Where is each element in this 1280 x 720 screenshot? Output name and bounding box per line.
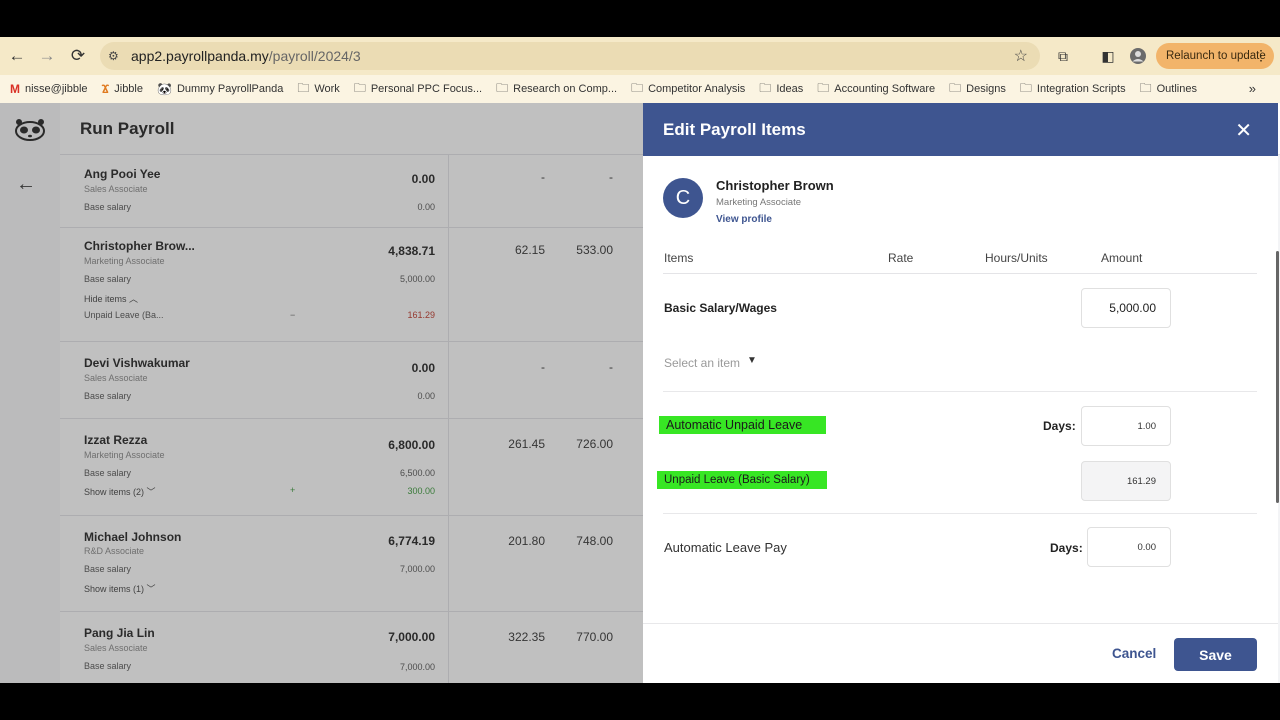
reload-icon[interactable]: ⟳ [63, 41, 93, 71]
url-text[interactable]: app2.payrollpanda.my/payroll/2024/3 [131, 48, 361, 64]
site-settings-icon[interactable]: ⚙ [108, 49, 124, 63]
back-nav-icon[interactable]: ← [2, 41, 32, 71]
bookmark-item[interactable]: 🐼 Dummy PayrollPanda [157, 82, 283, 96]
automatic-unpaid-leave-label: Automatic Unpaid Leave [659, 416, 826, 434]
header-divider [663, 273, 1257, 274]
bookmark-label: Accounting Software [834, 83, 936, 95]
select-item-dropdown[interactable]: Select an item [664, 356, 740, 370]
basic-salary-input[interactable]: 5,000.00 [1081, 288, 1171, 328]
url-path: /payroll/2024/3 [268, 48, 361, 64]
bookmark-item[interactable]: 🗀 Outlines [1140, 79, 1197, 100]
days-label: Days: [1043, 419, 1076, 433]
drawer-scrollbar[interactable] [1276, 251, 1279, 503]
profile-avatar-icon[interactable] [1127, 45, 1149, 67]
drawer-title: Edit Payroll Items [663, 120, 806, 139]
panda-icon: 🐼 [157, 82, 172, 96]
section-divider [663, 513, 1257, 514]
more-menu-icon[interactable]: ⋮ [1254, 47, 1268, 64]
edit-payroll-drawer: Edit Payroll Items ✕ C Christopher Brown… [643, 103, 1278, 683]
bookmark-item[interactable]: Mnisse@jibble [10, 82, 88, 96]
bookmark-item[interactable]: 🗀 Competitor Analysis [631, 79, 745, 100]
forward-nav-icon[interactable]: → [32, 41, 62, 71]
close-icon[interactable]: ✕ [1235, 118, 1252, 143]
bookmark-label: Integration Scripts [1036, 83, 1126, 95]
folder-icon: 🗀 [353, 80, 366, 95]
extensions-icon[interactable]: ⧉ [1052, 45, 1074, 67]
avatar: C [663, 178, 703, 218]
bookmark-label: Competitor Analysis [648, 83, 746, 95]
side-panel-icon[interactable]: ◧ [1097, 45, 1119, 67]
cancel-button[interactable]: Cancel [1112, 646, 1156, 661]
hours-column-header: Hours/Units [985, 251, 1048, 265]
relaunch-label: Relaunch to update [1166, 50, 1266, 62]
view-profile-link[interactable]: View profile [716, 214, 772, 225]
bookmark-label: Dummy PayrollPanda [176, 83, 284, 95]
bookmark-label: nisse@jibble [25, 83, 88, 95]
bookmark-item[interactable]: 🗀 Ideas [759, 79, 803, 100]
gmail-icon: M [10, 82, 20, 96]
drawer-header: Edit Payroll Items ✕ [643, 103, 1278, 156]
bookmark-item[interactable]: 🗀 Designs [949, 79, 1006, 100]
bookmark-label: Work [314, 83, 340, 95]
address-bar[interactable]: ⚙ app2.payrollpanda.my/payroll/2024/3 ☆ [100, 42, 1040, 70]
folder-icon: 🗀 [949, 80, 962, 95]
url-host: app2.payrollpanda.my [131, 48, 269, 64]
automatic-leave-pay-label: Automatic Leave Pay [664, 540, 787, 555]
days-label: Days: [1050, 541, 1083, 555]
browser-toolbar: ← → ⟳ ⚙ app2.payrollpanda.my/payroll/202… [0, 37, 1280, 75]
bookmarks-bar: Mnisse@jibble Ϫ Jibble 🐼 Dummy PayrollPand… [0, 75, 1280, 103]
basic-salary-label: Basic Salary/Wages [664, 301, 777, 315]
folder-icon: 🗀 [297, 80, 310, 95]
items-column-header: Items [664, 251, 694, 265]
unpaid-leave-days-input[interactable]: 1.00 [1081, 406, 1171, 446]
rate-column-header: Rate [888, 251, 914, 265]
modal-backdrop[interactable] [0, 103, 643, 683]
amount-column-header: Amount [1101, 251, 1143, 265]
relaunch-button[interactable]: Relaunch to update ⋮ [1156, 43, 1274, 69]
bookmark-label: Jibble [114, 83, 143, 95]
folder-icon: 🗀 [759, 80, 772, 95]
section-divider [663, 391, 1257, 392]
unpaid-leave-amount-field: 161.29 [1081, 461, 1171, 501]
browser-window: ← → ⟳ ⚙ app2.payrollpanda.my/payroll/202… [0, 37, 1280, 683]
save-button[interactable]: Save [1174, 638, 1257, 671]
bookmark-item[interactable]: 🗀 Personal PPC Focus... [354, 79, 482, 100]
folder-icon: 🗀 [631, 80, 644, 95]
bookmarks-overflow-icon[interactable]: » [1249, 81, 1256, 96]
leave-pay-days-input[interactable]: 0.00 [1087, 527, 1171, 567]
bookmark-item[interactable]: 🗀 Accounting Software [817, 79, 935, 100]
employee-name: Christopher Brown [716, 178, 834, 193]
bookmark-item[interactable]: 🗀 Research on Comp... [496, 79, 617, 100]
bookmark-item[interactable]: 🗀 Integration Scripts [1020, 79, 1126, 100]
folder-icon: 🗀 [496, 80, 509, 95]
folder-icon: 🗀 [1139, 80, 1152, 95]
payroll-app: ← Run Payroll Ang Pooi Yee Sales Associa… [0, 103, 1280, 683]
jibble-icon: Ϫ [101, 82, 110, 96]
employee-role: Marketing Associate [716, 197, 802, 208]
bookmark-label: Research on Comp... [513, 83, 618, 95]
bookmark-star-icon[interactable]: ☆ [1014, 46, 1028, 66]
folder-icon: 🗀 [817, 80, 830, 95]
bookmark-label: Outlines [1156, 83, 1197, 95]
bookmark-item[interactable]: Ϫ Jibble [102, 82, 143, 96]
folder-icon: 🗀 [1019, 80, 1032, 95]
drawer-footer: Cancel Save [643, 623, 1278, 683]
bookmark-item[interactable]: 🗀 Work [297, 79, 339, 100]
bookmark-label: Ideas [776, 83, 804, 95]
caret-down-icon[interactable]: ▼ [747, 355, 757, 366]
bookmark-label: Personal PPC Focus... [370, 83, 483, 95]
bookmark-label: Designs [966, 83, 1006, 95]
unpaid-leave-basic-salary-label: Unpaid Leave (Basic Salary) [657, 471, 827, 489]
